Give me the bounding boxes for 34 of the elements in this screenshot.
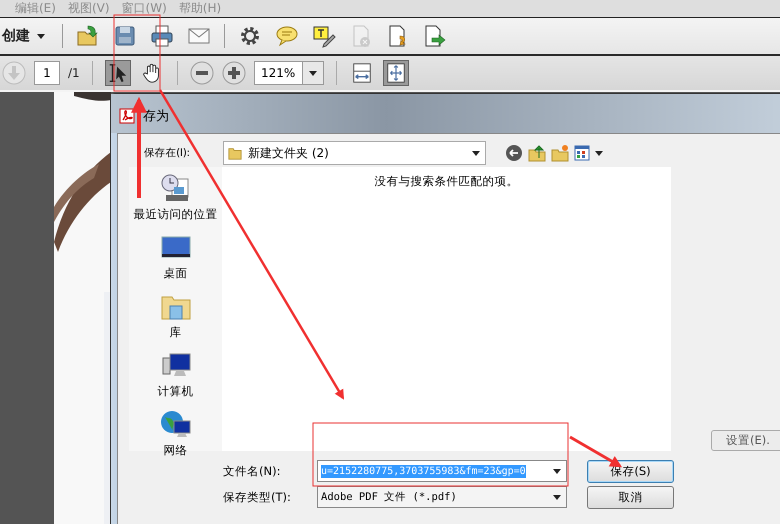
place-label[interactable]: 桌面: [164, 266, 188, 281]
page-total: /1: [68, 66, 80, 80]
folder-open-icon[interactable]: [76, 24, 100, 48]
up-folder-icon[interactable]: [528, 144, 546, 162]
print-icon[interactable]: [150, 24, 174, 48]
place-label[interactable]: 计算机: [158, 384, 194, 399]
save-icon[interactable]: [112, 24, 137, 48]
folder-icon: [228, 145, 242, 161]
file-type-dropdown[interactable]: Adobe PDF 文件 (*.pdf): [317, 486, 567, 508]
text-pen-icon[interactable]: [312, 24, 336, 48]
zoom-dropdown[interactable]: 121%: [254, 61, 324, 85]
save-button[interactable]: 保存(S): [587, 460, 674, 482]
save-in-label: 保存在(I):: [144, 146, 191, 160]
page-number-field[interactable]: 1: [34, 61, 60, 85]
file-name-label: 文件名(N):: [223, 464, 282, 478]
document-export-icon[interactable]: [422, 24, 447, 48]
speech-bubble-icon[interactable]: [274, 24, 299, 48]
place-label[interactable]: 网络: [164, 443, 188, 458]
empty-message: 没有与搜索条件匹配的项。: [374, 174, 518, 190]
select-tool-button[interactable]: [104, 60, 131, 86]
pdf-icon: [119, 108, 135, 124]
back-icon[interactable]: [505, 144, 523, 162]
place-label[interactable]: 最近访问的位置: [134, 207, 218, 222]
create-button[interactable]: 创建: [2, 27, 49, 45]
save-in-dropdown[interactable]: 新建文件夹 (2): [223, 141, 486, 165]
cancel-button[interactable]: 取消: [587, 486, 674, 508]
new-folder-icon[interactable]: [551, 144, 569, 162]
settings-button[interactable]: 设置(E).: [711, 430, 780, 451]
zoom-out-icon[interactable]: [190, 61, 214, 85]
place-label[interactable]: 库: [170, 325, 182, 340]
zoom-in-icon[interactable]: [222, 61, 246, 85]
fit-page-button[interactable]: [382, 60, 409, 86]
file-type-label: 保存类型(T):: [223, 490, 292, 504]
annotation-arrow: [569, 436, 622, 468]
